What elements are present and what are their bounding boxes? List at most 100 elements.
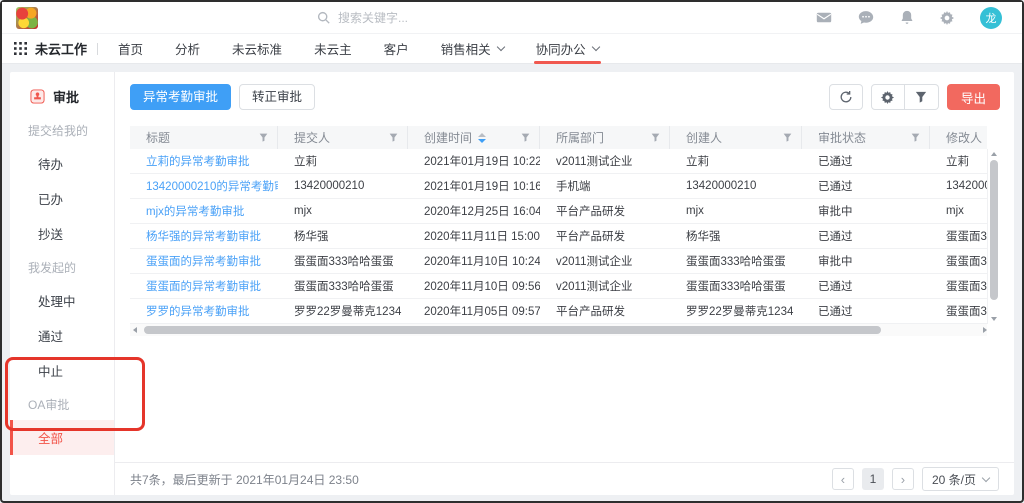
- cell-creator: 蛋蛋面333哈哈蛋蛋: [670, 278, 802, 294]
- chevron-down-icon: [496, 43, 504, 51]
- column-settings-button[interactable]: [871, 84, 905, 110]
- record-summary: 共7条，最后更新于 2021年01月24日 23:50: [130, 471, 359, 488]
- scroll-right-icon[interactable]: [977, 324, 987, 336]
- filter-icon[interactable]: [651, 133, 660, 142]
- sidebar-item[interactable]: 中止: [10, 353, 114, 388]
- filter-icon[interactable]: [389, 133, 398, 142]
- cell-status: 已通过: [802, 178, 930, 194]
- cell-department: 平台产品研发: [540, 203, 670, 219]
- sidebar-group-label: 提交给我的: [10, 114, 114, 146]
- cell-status: 审批中: [802, 203, 930, 219]
- nav-item[interactable]: 销售相关: [425, 34, 520, 64]
- horizontal-scrollbar[interactable]: [130, 324, 987, 336]
- row-title-link[interactable]: 13420000210的异常考勤审批: [146, 181, 278, 193]
- column-label: 创建时间: [424, 129, 472, 146]
- scroll-left-icon[interactable]: [130, 324, 140, 336]
- next-page-button[interactable]: ›: [892, 468, 914, 490]
- table-row: 杨华强的异常考勤审批 杨华强 2020年11月11日 15:00 平台产品研发 …: [130, 224, 987, 249]
- row-title-link[interactable]: 蛋蛋面的异常考勤审批: [146, 281, 261, 293]
- page-content: 审批 提交给我的 待办已办抄送 我发起的 处理中通过中止 OA审批 全部 异常考…: [2, 64, 1022, 500]
- nav-item[interactable]: 首页: [102, 34, 159, 64]
- filter-icon[interactable]: [521, 133, 530, 142]
- table-row: 罗罗的异常考勤审批 罗罗22罗曼蒂克1234 2020年11月05日 09:57…: [130, 299, 987, 324]
- main-area: 异常考勤审批转正审批: [115, 72, 1014, 495]
- table-row: 13420000210的异常考勤审批 13420000210 2021年01月1…: [130, 174, 987, 199]
- scroll-down-icon[interactable]: [991, 317, 997, 321]
- topbar-icons: 龙: [816, 7, 1002, 29]
- table-body: 立莉的异常考勤审批 立莉 2021年01月19日 10:22 v2011测试企业…: [130, 149, 987, 324]
- nav-item[interactable]: 客户: [368, 34, 425, 64]
- sort-icon[interactable]: [478, 133, 486, 143]
- cell-modifier: 蛋蛋面333哈哈: [930, 303, 987, 319]
- chat-icon[interactable]: [858, 10, 874, 25]
- chevron-down-icon: [591, 43, 599, 51]
- scroll-up-icon[interactable]: [991, 152, 997, 156]
- cell-modifier: 蛋蛋面333哈哈: [930, 228, 987, 244]
- cell-submitter: 13420000210: [278, 180, 408, 192]
- column-header: 标题: [130, 126, 278, 149]
- cell-creator: 13420000210: [670, 180, 802, 192]
- nav-item[interactable]: 未云主: [298, 34, 368, 64]
- cell-department: v2011测试企业: [540, 278, 670, 294]
- row-title-link[interactable]: 立莉的异常考勤审批: [146, 156, 250, 168]
- row-title-link[interactable]: 蛋蛋面的异常考勤审批: [146, 256, 261, 268]
- sidebar-title: 审批: [53, 87, 79, 106]
- gear-icon[interactable]: [940, 11, 954, 25]
- cell-modifier: 13420000210: [930, 180, 987, 192]
- column-header: 创建人: [670, 126, 802, 149]
- cell-modifier: 立莉: [930, 153, 987, 169]
- cell-department: 平台产品研发: [540, 228, 670, 244]
- row-title-link[interactable]: 杨华强的异常考勤审批: [146, 231, 261, 243]
- filter-icon[interactable]: [259, 133, 268, 142]
- filter-button[interactable]: [905, 84, 939, 110]
- row-title-link[interactable]: mjx的异常考勤审批: [146, 206, 244, 218]
- sidebar-item[interactable]: 通过: [10, 318, 114, 353]
- sidebar-item[interactable]: 全部: [10, 420, 114, 455]
- search-input[interactable]: [338, 11, 518, 25]
- nav-item-label: 销售相关: [441, 39, 491, 58]
- refresh-button[interactable]: [829, 84, 863, 110]
- page-size-select[interactable]: 20 条/页: [922, 467, 999, 491]
- table-tools: [871, 84, 939, 110]
- prev-page-button[interactable]: ‹: [832, 468, 854, 490]
- nav-item[interactable]: 分析: [159, 34, 216, 64]
- cell-created-time: 2020年11月05日 09:57: [408, 303, 540, 319]
- horizontal-scrollbar-thumb[interactable]: [144, 326, 881, 334]
- sidebar-item[interactable]: 抄送: [10, 216, 114, 251]
- page-size-value: 20 条/页: [932, 471, 976, 488]
- view-tab[interactable]: 异常考勤审批: [130, 84, 231, 110]
- row-title-link[interactable]: 罗罗的异常考勤审批: [146, 306, 250, 318]
- export-button[interactable]: 导出: [947, 84, 1000, 110]
- user-avatar[interactable]: 龙: [980, 7, 1002, 29]
- nav-item-label: 分析: [175, 39, 200, 58]
- cell-creator: 立莉: [670, 153, 802, 169]
- current-page[interactable]: 1: [862, 468, 884, 490]
- cell-submitter: 蛋蛋面333哈哈蛋蛋: [278, 278, 408, 294]
- bell-icon[interactable]: [900, 10, 914, 25]
- workspace-title[interactable]: 未云工作: [35, 39, 87, 58]
- cell-status: 已通过: [802, 303, 930, 319]
- sidebar-group-label: 我发起的: [10, 251, 114, 283]
- sidebar-item[interactable]: 待办: [10, 146, 114, 181]
- vertical-scrollbar[interactable]: [987, 149, 999, 324]
- nav-item[interactable]: 未云标准: [216, 34, 298, 64]
- column-header: 所属部门: [540, 126, 670, 149]
- cell-status: 审批中: [802, 253, 930, 269]
- sidebar-item[interactable]: 处理中: [10, 283, 114, 318]
- main-navbar: 未云工作 首页 分析 未云标准 未云主 客户: [2, 34, 1022, 64]
- cell-submitter: 蛋蛋面333哈哈蛋蛋: [278, 253, 408, 269]
- sidebar-item[interactable]: 已办: [10, 181, 114, 216]
- nav-item-label: 客户: [384, 39, 409, 58]
- view-tab[interactable]: 转正审批: [239, 84, 315, 110]
- nav-item[interactable]: 协同办公: [520, 34, 615, 64]
- mail-icon[interactable]: [816, 11, 832, 24]
- filter-icon[interactable]: [911, 133, 920, 142]
- app-logo-image[interactable]: [16, 7, 38, 29]
- column-header: 修改人: [930, 126, 1024, 149]
- column-label: 提交人: [294, 129, 330, 146]
- filter-icon[interactable]: [783, 133, 792, 142]
- vertical-scrollbar-thumb[interactable]: [990, 160, 998, 300]
- sidebar: 审批 提交给我的 待办已办抄送 我发起的 处理中通过中止 OA审批 全部: [10, 72, 115, 495]
- cell-submitter: 立莉: [278, 153, 408, 169]
- apps-grid-icon[interactable]: [14, 42, 27, 55]
